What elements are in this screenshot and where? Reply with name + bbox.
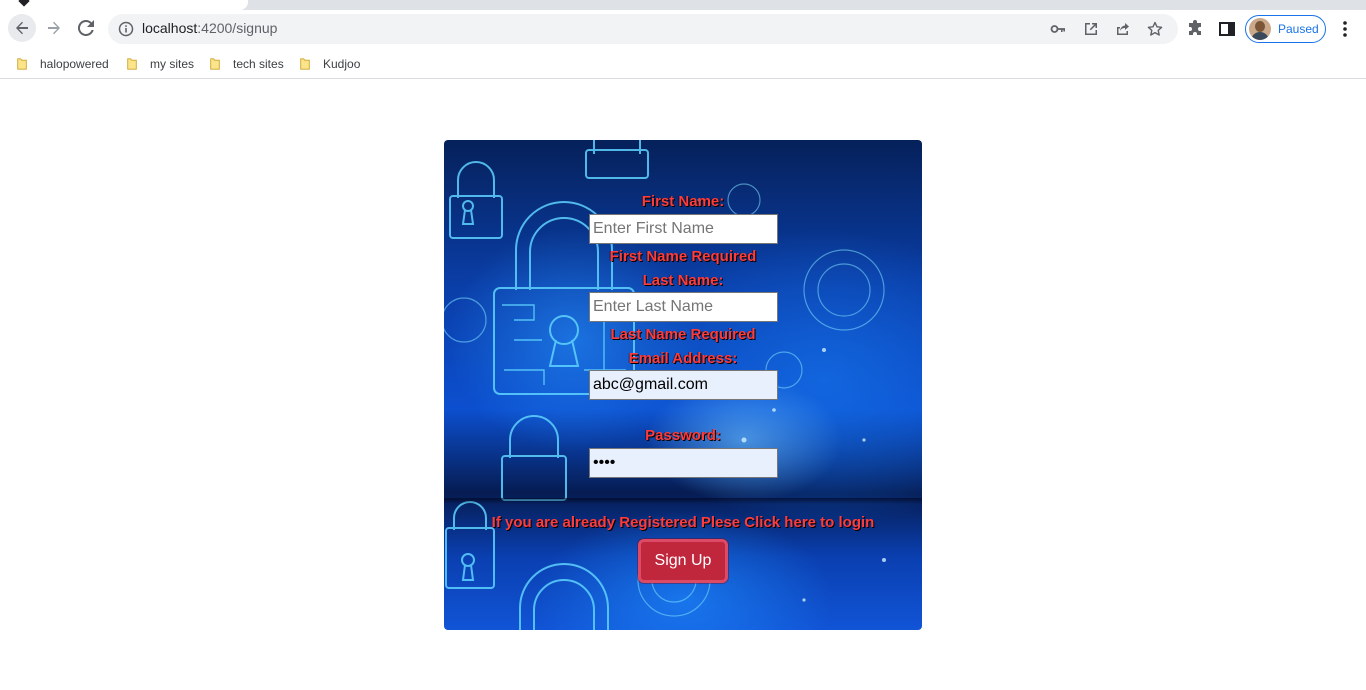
- url-host: localhost: [142, 20, 198, 36]
- bookmark-halopowered[interactable]: halopowered: [16, 53, 109, 75]
- last-name-error: Last Name Required: [610, 326, 756, 343]
- password-input[interactable]: [589, 448, 778, 478]
- arrow-left-icon: [16, 21, 28, 35]
- address-bar[interactable]: localhost:4200/signup: [108, 14, 1178, 44]
- folder-icon: [210, 58, 220, 70]
- profile-status: Paused: [1278, 22, 1319, 36]
- first-name-label: First Name:: [641, 193, 725, 210]
- url-path: :4200/signup: [197, 20, 278, 36]
- bookmark-kudjoo[interactable]: Kudjoo: [299, 53, 360, 75]
- folder-icon: [127, 58, 137, 70]
- last-name-input[interactable]: [589, 292, 778, 322]
- card-divider: [444, 498, 922, 504]
- open-in-new-icon[interactable]: [1083, 21, 1099, 37]
- signup-button[interactable]: Sign Up: [638, 539, 728, 583]
- email-input[interactable]: [589, 370, 778, 400]
- extensions-puzzle-icon[interactable]: [1186, 20, 1204, 38]
- arrow-right-icon: [48, 21, 60, 35]
- bookmark-label: tech sites: [233, 57, 284, 71]
- bookmark-tech-sites[interactable]: tech sites: [209, 53, 284, 75]
- bookmark-label: Kudjoo: [323, 57, 361, 71]
- first-name-input[interactable]: [589, 214, 778, 244]
- tab-strip: [0, 0, 1366, 10]
- reload-button[interactable]: [72, 14, 100, 42]
- active-tab[interactable]: [0, 0, 248, 10]
- last-name-label: Last Name:: [642, 272, 724, 289]
- forward-button[interactable]: [40, 14, 68, 42]
- bookmark-label: my sites: [150, 57, 195, 71]
- favicon-icon: [18, 0, 30, 7]
- folder-icon: [300, 58, 310, 70]
- bookmark-label: halopowered: [40, 57, 109, 71]
- signup-card: First Name: First Name Required Last Nam…: [444, 140, 922, 630]
- back-button[interactable]: [8, 14, 36, 42]
- profile-button[interactable]: Paused: [1245, 15, 1326, 43]
- share-icon[interactable]: [1115, 21, 1131, 37]
- browser-toolbar: localhost:4200/signup Paused: [0, 10, 1366, 48]
- url-text[interactable]: localhost:4200/signup: [142, 20, 277, 36]
- first-name-error: First Name Required: [609, 248, 757, 265]
- email-label: Email Address:: [628, 350, 738, 367]
- key-icon[interactable]: [1050, 21, 1066, 37]
- folder-icon: [17, 58, 27, 70]
- bookmark-star-icon[interactable]: [1147, 21, 1163, 37]
- reload-icon: [78, 20, 94, 36]
- password-label: Password:: [645, 427, 721, 444]
- avatar: [1249, 18, 1271, 40]
- info-icon[interactable]: [118, 21, 134, 37]
- bookmarks-bar: halopowered my sites tech sites Kudjoo: [0, 48, 1366, 79]
- bookmark-my-sites[interactable]: my sites: [126, 53, 194, 75]
- more-vertical-icon[interactable]: [1338, 20, 1352, 38]
- side-panel-icon[interactable]: [1218, 20, 1236, 38]
- login-link[interactable]: If you are already Registered Plese Clic…: [444, 514, 922, 531]
